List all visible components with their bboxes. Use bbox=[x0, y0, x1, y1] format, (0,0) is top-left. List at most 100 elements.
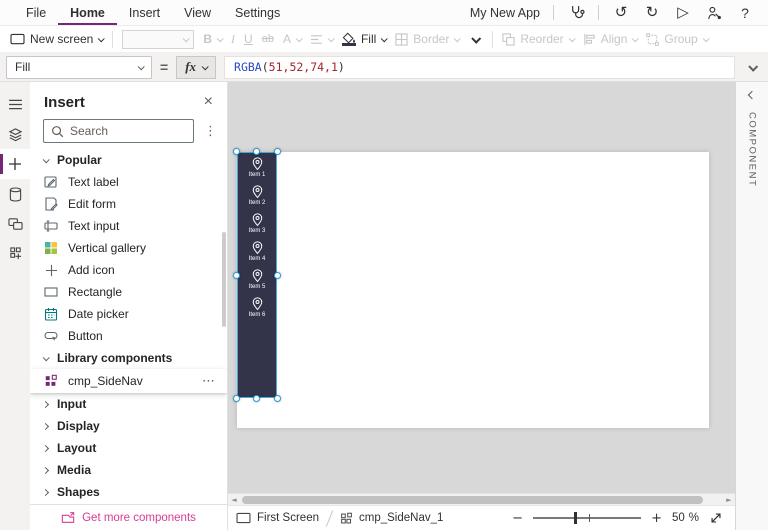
preview-play-icon[interactable]: ▷ bbox=[674, 4, 692, 22]
sidenav-item-2[interactable]: Item 2 bbox=[249, 184, 265, 212]
insert-item-text-label[interactable]: Text label bbox=[30, 171, 227, 193]
italic-button[interactable]: I bbox=[231, 32, 235, 47]
share-icon[interactable] bbox=[705, 4, 723, 22]
font-select[interactable] bbox=[122, 29, 195, 49]
sidenav-item-4[interactable]: Item 4 bbox=[249, 240, 265, 268]
insert-item-button[interactable]: Button bbox=[30, 325, 227, 347]
zoom-slider-thumb[interactable] bbox=[574, 512, 578, 524]
chevron-down-icon bbox=[748, 61, 759, 72]
selection-handle-ne[interactable] bbox=[274, 148, 281, 155]
section-display[interactable]: Display bbox=[30, 415, 227, 437]
media-button[interactable] bbox=[0, 209, 30, 239]
sidenav-component[interactable]: Item 1 Item 2 Item 3 Item 4 Item 5 Item … bbox=[233, 148, 281, 402]
menu-view[interactable]: View bbox=[172, 1, 223, 25]
app-name[interactable]: My New App bbox=[470, 6, 540, 20]
app-checker-icon[interactable] bbox=[567, 4, 585, 22]
fill-color-indicator bbox=[341, 43, 356, 46]
chevron-right-icon bbox=[41, 466, 50, 474]
section-library-components[interactable]: Library components bbox=[30, 347, 227, 369]
canvas-workspace[interactable]: Item 1 Item 2 Item 3 Item 4 Item 5 Item … bbox=[228, 82, 735, 493]
button-icon bbox=[43, 329, 59, 343]
menu-insert[interactable]: Insert bbox=[117, 1, 172, 25]
section-popular[interactable]: Popular bbox=[30, 149, 227, 171]
insert-button[interactable] bbox=[0, 149, 30, 179]
menu-home[interactable]: Home bbox=[58, 1, 117, 25]
sidenav-item-3[interactable]: Item 3 bbox=[249, 212, 265, 240]
scrollbar-thumb[interactable] bbox=[242, 495, 703, 504]
horizontal-scrollbar[interactable]: ◄ ► bbox=[228, 493, 735, 505]
screens-layers-button[interactable] bbox=[0, 119, 30, 149]
sidenav-item-6[interactable]: Item 6 bbox=[249, 296, 265, 324]
undo-icon[interactable]: ↺ bbox=[612, 4, 630, 22]
fx-button[interactable]: fx bbox=[176, 55, 217, 79]
menu-settings[interactable]: Settings bbox=[223, 1, 292, 25]
more-options-icon[interactable]: ⋯ bbox=[202, 374, 215, 389]
insert-item-edit-form[interactable]: Edit form bbox=[30, 193, 227, 215]
help-icon[interactable]: ? bbox=[736, 4, 754, 22]
insert-item-add-icon[interactable]: Add icon bbox=[30, 259, 227, 281]
bold-button[interactable]: B bbox=[203, 32, 224, 46]
selection-handle-w[interactable] bbox=[233, 272, 240, 279]
fit-to-window-icon[interactable] bbox=[709, 511, 723, 525]
zoom-slider[interactable] bbox=[533, 512, 642, 524]
main-area: Insert × ⋮ Popular bbox=[0, 82, 768, 530]
menu-file[interactable]: File bbox=[14, 1, 58, 25]
ribbon-toolbar: New screen B I U ab A Fill Border Reorde… bbox=[0, 26, 768, 53]
property-dropdown[interactable]: Fill bbox=[6, 55, 152, 79]
chevron-right-icon bbox=[41, 488, 50, 496]
panel-options-kebab-icon[interactable]: ⋮ bbox=[198, 124, 223, 139]
rectangle-icon bbox=[43, 286, 59, 298]
new-screen-button[interactable]: New screen bbox=[10, 32, 106, 46]
reorder-button[interactable]: Reorder bbox=[502, 32, 576, 46]
align-button[interactable]: Align bbox=[583, 32, 640, 46]
group-button[interactable]: Group bbox=[646, 32, 710, 46]
underline-button[interactable]: U bbox=[244, 32, 253, 46]
menu-bar: File Home Insert View Settings My New Ap… bbox=[0, 0, 768, 26]
scroll-right-icon[interactable]: ► bbox=[723, 496, 735, 504]
section-input[interactable]: Input bbox=[30, 393, 227, 415]
formula-input[interactable]: RGBA(51,52,74,1) bbox=[224, 55, 735, 79]
selection-handle-sw[interactable] bbox=[233, 395, 240, 402]
selection-handle-e[interactable] bbox=[274, 272, 281, 279]
breadcrumb-component[interactable]: cmp_SideNav_1 bbox=[340, 512, 443, 525]
scroll-left-icon[interactable]: ◄ bbox=[228, 496, 240, 504]
selection-handle-s[interactable] bbox=[253, 395, 260, 402]
scrollbar-track[interactable] bbox=[240, 495, 723, 504]
advanced-tools-button[interactable] bbox=[0, 239, 30, 269]
border-button[interactable]: Border bbox=[395, 32, 462, 46]
tree-view-button[interactable] bbox=[0, 89, 30, 119]
formula-bar-expand-button[interactable] bbox=[745, 56, 760, 78]
insert-item-text-input[interactable]: Text input bbox=[30, 215, 227, 237]
insert-item-vertical-gallery[interactable]: Vertical gallery bbox=[30, 237, 227, 259]
close-icon[interactable]: × bbox=[200, 94, 217, 110]
strikethrough-button[interactable]: ab bbox=[262, 33, 274, 45]
selection-handle-n[interactable] bbox=[253, 148, 260, 155]
panel-vertical-label[interactable]: COMPONENT bbox=[747, 112, 758, 187]
panel-scrollbar[interactable] bbox=[222, 232, 226, 327]
font-color-button[interactable]: A bbox=[283, 32, 303, 46]
sidenav-item-5[interactable]: Item 5 bbox=[249, 268, 265, 296]
more-formatting-button[interactable] bbox=[471, 33, 482, 44]
fill-button[interactable]: Fill bbox=[341, 32, 389, 46]
screen-artboard[interactable]: Item 1 Item 2 Item 3 Item 4 Item 5 Item … bbox=[233, 148, 709, 428]
insert-item-date-picker[interactable]: Date picker bbox=[30, 303, 227, 325]
insert-item-cmp-sidenav[interactable]: cmp_SideNav ⋯ bbox=[30, 369, 227, 393]
insert-item-rectangle[interactable]: Rectangle bbox=[30, 281, 227, 303]
selection-handle-se[interactable] bbox=[274, 395, 281, 402]
get-more-components-link[interactable]: Get more components bbox=[30, 504, 227, 530]
zoom-percentage[interactable]: 50 % bbox=[672, 512, 699, 524]
expand-panel-chevron-icon[interactable] bbox=[747, 90, 757, 100]
breadcrumb-screen[interactable]: First Screen bbox=[236, 512, 319, 524]
text-align-button[interactable] bbox=[310, 34, 335, 45]
selection-handle-nw[interactable] bbox=[233, 148, 240, 155]
section-media[interactable]: Media bbox=[30, 459, 227, 481]
zoom-in-button[interactable]: + bbox=[651, 511, 662, 526]
search-input[interactable] bbox=[70, 124, 170, 138]
data-button[interactable] bbox=[0, 179, 30, 209]
sidenav-item-1[interactable]: Item 1 bbox=[249, 156, 265, 184]
search-box[interactable] bbox=[43, 119, 194, 143]
zoom-out-button[interactable]: − bbox=[512, 511, 523, 526]
redo-icon[interactable]: ↻ bbox=[643, 4, 661, 22]
section-layout[interactable]: Layout bbox=[30, 437, 227, 459]
section-shapes[interactable]: Shapes bbox=[30, 481, 227, 503]
